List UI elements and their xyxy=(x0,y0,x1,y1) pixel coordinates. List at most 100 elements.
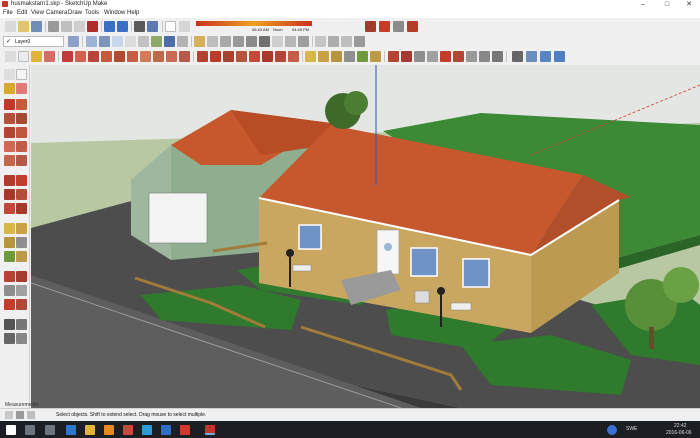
select-tool-icon[interactable] xyxy=(4,69,15,80)
scale-icon[interactable] xyxy=(249,51,260,62)
freehand-tool-icon[interactable] xyxy=(16,99,27,110)
section-cuts-icon[interactable] xyxy=(298,36,309,47)
extension-warehouse-icon[interactable] xyxy=(407,21,418,32)
offset-tool-icon[interactable] xyxy=(16,203,27,214)
paint-bucket-icon[interactable] xyxy=(31,51,42,62)
pan-icon[interactable] xyxy=(401,51,412,62)
redo-icon[interactable] xyxy=(117,21,128,32)
top-view-icon[interactable] xyxy=(194,36,205,47)
push-pull-tool-icon[interactable] xyxy=(16,175,27,186)
menu-help[interactable]: Help xyxy=(127,10,139,16)
move-icon[interactable] xyxy=(197,51,208,62)
3d-text-icon[interactable] xyxy=(370,51,381,62)
section-plane-icon[interactable] xyxy=(272,36,283,47)
back-edges-icon[interactable] xyxy=(99,36,110,47)
open-folder-icon[interactable] xyxy=(18,21,29,32)
rectangle-tool-icon[interactable] xyxy=(4,113,15,124)
edge-icon[interactable] xyxy=(66,425,76,435)
left-view-icon[interactable] xyxy=(246,36,257,47)
add-location-icon[interactable] xyxy=(526,51,537,62)
circle-icon[interactable] xyxy=(114,51,125,62)
section-tool-icon[interactable] xyxy=(16,333,27,344)
make-component-icon[interactable] xyxy=(18,51,29,62)
zoom-tool-icon[interactable] xyxy=(4,285,15,296)
undo-icon[interactable] xyxy=(104,21,115,32)
layer-manager-icon[interactable] xyxy=(68,36,79,47)
pan-tool-icon[interactable] xyxy=(16,271,27,282)
iso-view-icon[interactable] xyxy=(177,36,188,47)
offset-icon[interactable] xyxy=(262,51,273,62)
text-tool-icon[interactable] xyxy=(16,237,27,248)
skype-icon[interactable] xyxy=(142,425,152,435)
minimize-button[interactable]: – xyxy=(632,0,654,9)
rectangle-icon[interactable] xyxy=(88,51,99,62)
protractor-icon[interactable] xyxy=(331,51,342,62)
orbit-icon[interactable] xyxy=(388,51,399,62)
orbit-tool-icon[interactable] xyxy=(4,271,15,282)
close-button[interactable]: ✕ xyxy=(678,0,700,9)
arc-icon[interactable] xyxy=(140,51,151,62)
task-view-icon[interactable] xyxy=(45,425,55,435)
fog-icon[interactable] xyxy=(179,21,190,32)
circle-tool-icon[interactable] xyxy=(4,127,15,138)
geo-location-icon[interactable] xyxy=(5,411,13,419)
monochrome-icon[interactable] xyxy=(164,36,175,47)
erase-icon[interactable] xyxy=(87,21,98,32)
sketchup-taskbar-icon[interactable] xyxy=(205,425,215,435)
two-point-arc-icon[interactable] xyxy=(153,51,164,62)
copy-icon[interactable] xyxy=(61,21,72,32)
language-indicator[interactable]: SWE xyxy=(626,426,637,432)
share-component-icon[interactable] xyxy=(393,21,404,32)
eraser-tool-icon[interactable] xyxy=(16,83,27,94)
file-explorer-icon[interactable] xyxy=(85,425,95,435)
photo-texture-icon[interactable] xyxy=(554,51,565,62)
position-camera-icon[interactable] xyxy=(466,51,477,62)
right-view-icon[interactable] xyxy=(220,36,231,47)
arc-tool-icon[interactable] xyxy=(4,141,15,152)
new-file-icon[interactable] xyxy=(5,21,16,32)
menu-tools[interactable]: Tools xyxy=(85,10,99,16)
entity-info-icon[interactable] xyxy=(354,36,365,47)
pie-icon[interactable] xyxy=(179,51,190,62)
follow-me-icon[interactable] xyxy=(236,51,247,62)
zoom-extents-icon[interactable] xyxy=(440,51,451,62)
menu-window[interactable]: Window xyxy=(104,10,125,16)
app-icon-1[interactable] xyxy=(123,425,133,435)
xray-icon[interactable] xyxy=(86,36,97,47)
line-tool-icon[interactable] xyxy=(4,99,15,110)
look-around-tool-icon[interactable] xyxy=(4,333,15,344)
rotated-rect-tool-icon[interactable] xyxy=(16,113,27,124)
scale-tool-icon[interactable] xyxy=(4,203,15,214)
credits-icon[interactable] xyxy=(16,411,24,419)
flip-icon[interactable] xyxy=(275,51,286,62)
previous-tool-icon[interactable] xyxy=(16,299,27,310)
dimension-icon[interactable] xyxy=(318,51,329,62)
help-icon[interactable] xyxy=(27,411,35,419)
word-icon[interactable] xyxy=(161,425,171,435)
print-icon[interactable] xyxy=(134,21,145,32)
viewport[interactable] xyxy=(31,65,700,408)
cut-icon[interactable] xyxy=(48,21,59,32)
walk-icon[interactable] xyxy=(492,51,503,62)
display-section-icon[interactable] xyxy=(285,36,296,47)
menu-view[interactable]: View xyxy=(31,10,44,16)
warehouse-icon[interactable] xyxy=(365,21,376,32)
group-icon[interactable] xyxy=(328,36,339,47)
zoom-window-icon[interactable] xyxy=(427,51,438,62)
previous-view-icon[interactable] xyxy=(453,51,464,62)
dimension-tool-icon[interactable] xyxy=(16,223,27,234)
back-view-icon[interactable] xyxy=(233,36,244,47)
two-point-arc-tool-icon[interactable] xyxy=(16,141,27,152)
maximize-button[interactable]: □ xyxy=(656,0,678,9)
axes-icon[interactable] xyxy=(357,51,368,62)
pie-tool-icon[interactable] xyxy=(16,155,27,166)
3d-text-tool-icon[interactable] xyxy=(16,251,27,262)
paint-tool-icon[interactable] xyxy=(4,83,15,94)
component-icon[interactable] xyxy=(315,36,326,47)
tape-tool-icon[interactable] xyxy=(4,223,15,234)
shadow-time-slider[interactable] xyxy=(196,21,312,26)
intersect-icon[interactable] xyxy=(288,51,299,62)
zoom-window-tool-icon[interactable] xyxy=(16,285,27,296)
menu-draw[interactable]: Draw xyxy=(68,10,82,16)
perspective-icon[interactable] xyxy=(259,36,270,47)
